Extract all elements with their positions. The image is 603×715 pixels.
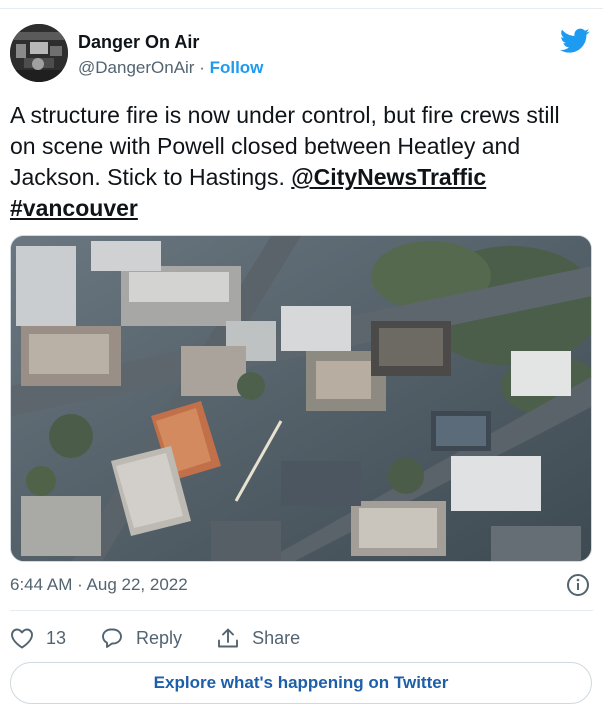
like-count: 13: [46, 627, 67, 648]
action-bar: 13 Reply Share: [10, 622, 334, 654]
reply-icon: [102, 628, 122, 648]
mention-link[interactable]: @CityNewsTraffic: [291, 164, 486, 190]
avatar[interactable]: [10, 24, 68, 82]
share-label: Share: [252, 627, 301, 648]
share-icon: [218, 628, 239, 648]
tweet-text: A structure fire is now under control, b…: [10, 100, 590, 224]
follow-button[interactable]: Follow: [210, 58, 264, 77]
account-name[interactable]: Danger On Air: [78, 32, 199, 53]
tweet-image[interactable]: [10, 235, 592, 562]
tweet-timestamp[interactable]: 6:44 AM · Aug 22, 2022: [10, 575, 188, 595]
handle-row: @DangerOnAir · Follow: [78, 58, 263, 78]
divider: [10, 610, 593, 611]
aerial-photo-icon: [11, 236, 591, 561]
info-icon[interactable]: [566, 573, 590, 597]
account-handle[interactable]: @DangerOnAir: [78, 58, 194, 77]
tweet-header: Danger On Air @DangerOnAir · Follow: [10, 24, 593, 84]
reply-label: Reply: [136, 627, 183, 648]
handle-separator: ·: [194, 58, 210, 77]
explore-button[interactable]: Explore what's happening on Twitter: [10, 662, 592, 704]
reply-button[interactable]: Reply: [100, 627, 182, 649]
heart-icon: [11, 628, 33, 649]
top-divider: [0, 8, 603, 9]
hashtag-link[interactable]: #vancouver: [10, 195, 138, 221]
like-button[interactable]: 13: [10, 627, 66, 649]
twitter-bird-icon[interactable]: [560, 28, 590, 54]
avatar-image: [10, 24, 68, 82]
share-button[interactable]: Share: [216, 627, 300, 649]
